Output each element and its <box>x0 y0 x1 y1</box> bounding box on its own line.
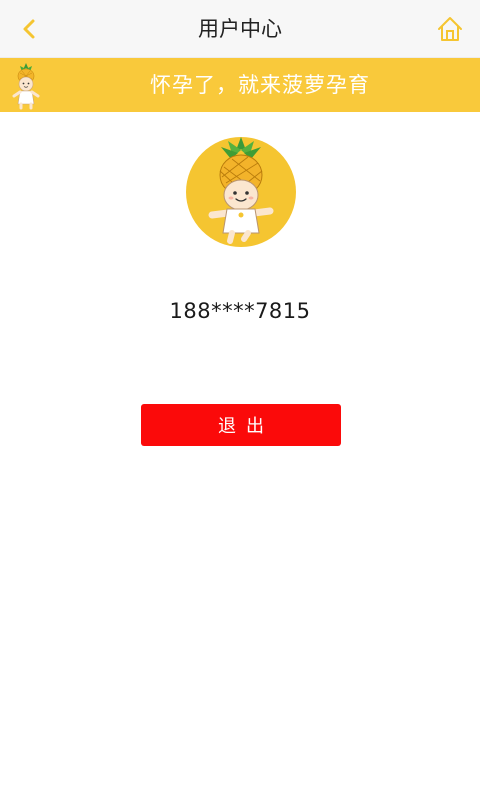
home-button[interactable] <box>430 9 470 49</box>
pineapple-mascot-icon <box>12 63 40 110</box>
chevron-left-icon <box>23 19 35 39</box>
home-icon <box>438 17 462 41</box>
logout-button[interactable]: 退出 <box>141 404 341 446</box>
avatar[interactable] <box>186 137 296 247</box>
user-center-screen: 用户中心 怀孕了，就来菠萝孕育 188****7815 退出 <box>0 0 480 800</box>
slogan-banner: 怀孕了，就来菠萝孕育 <box>0 58 480 112</box>
page-title: 用户中心 <box>198 17 282 41</box>
navigation-bar: 用户中心 <box>0 0 480 58</box>
banner-slogan: 怀孕了，就来菠萝孕育 <box>150 73 370 97</box>
phone-number: 188****7815 <box>169 299 311 323</box>
pineapple-mascot-avatar <box>208 137 274 244</box>
back-button[interactable] <box>10 9 50 49</box>
